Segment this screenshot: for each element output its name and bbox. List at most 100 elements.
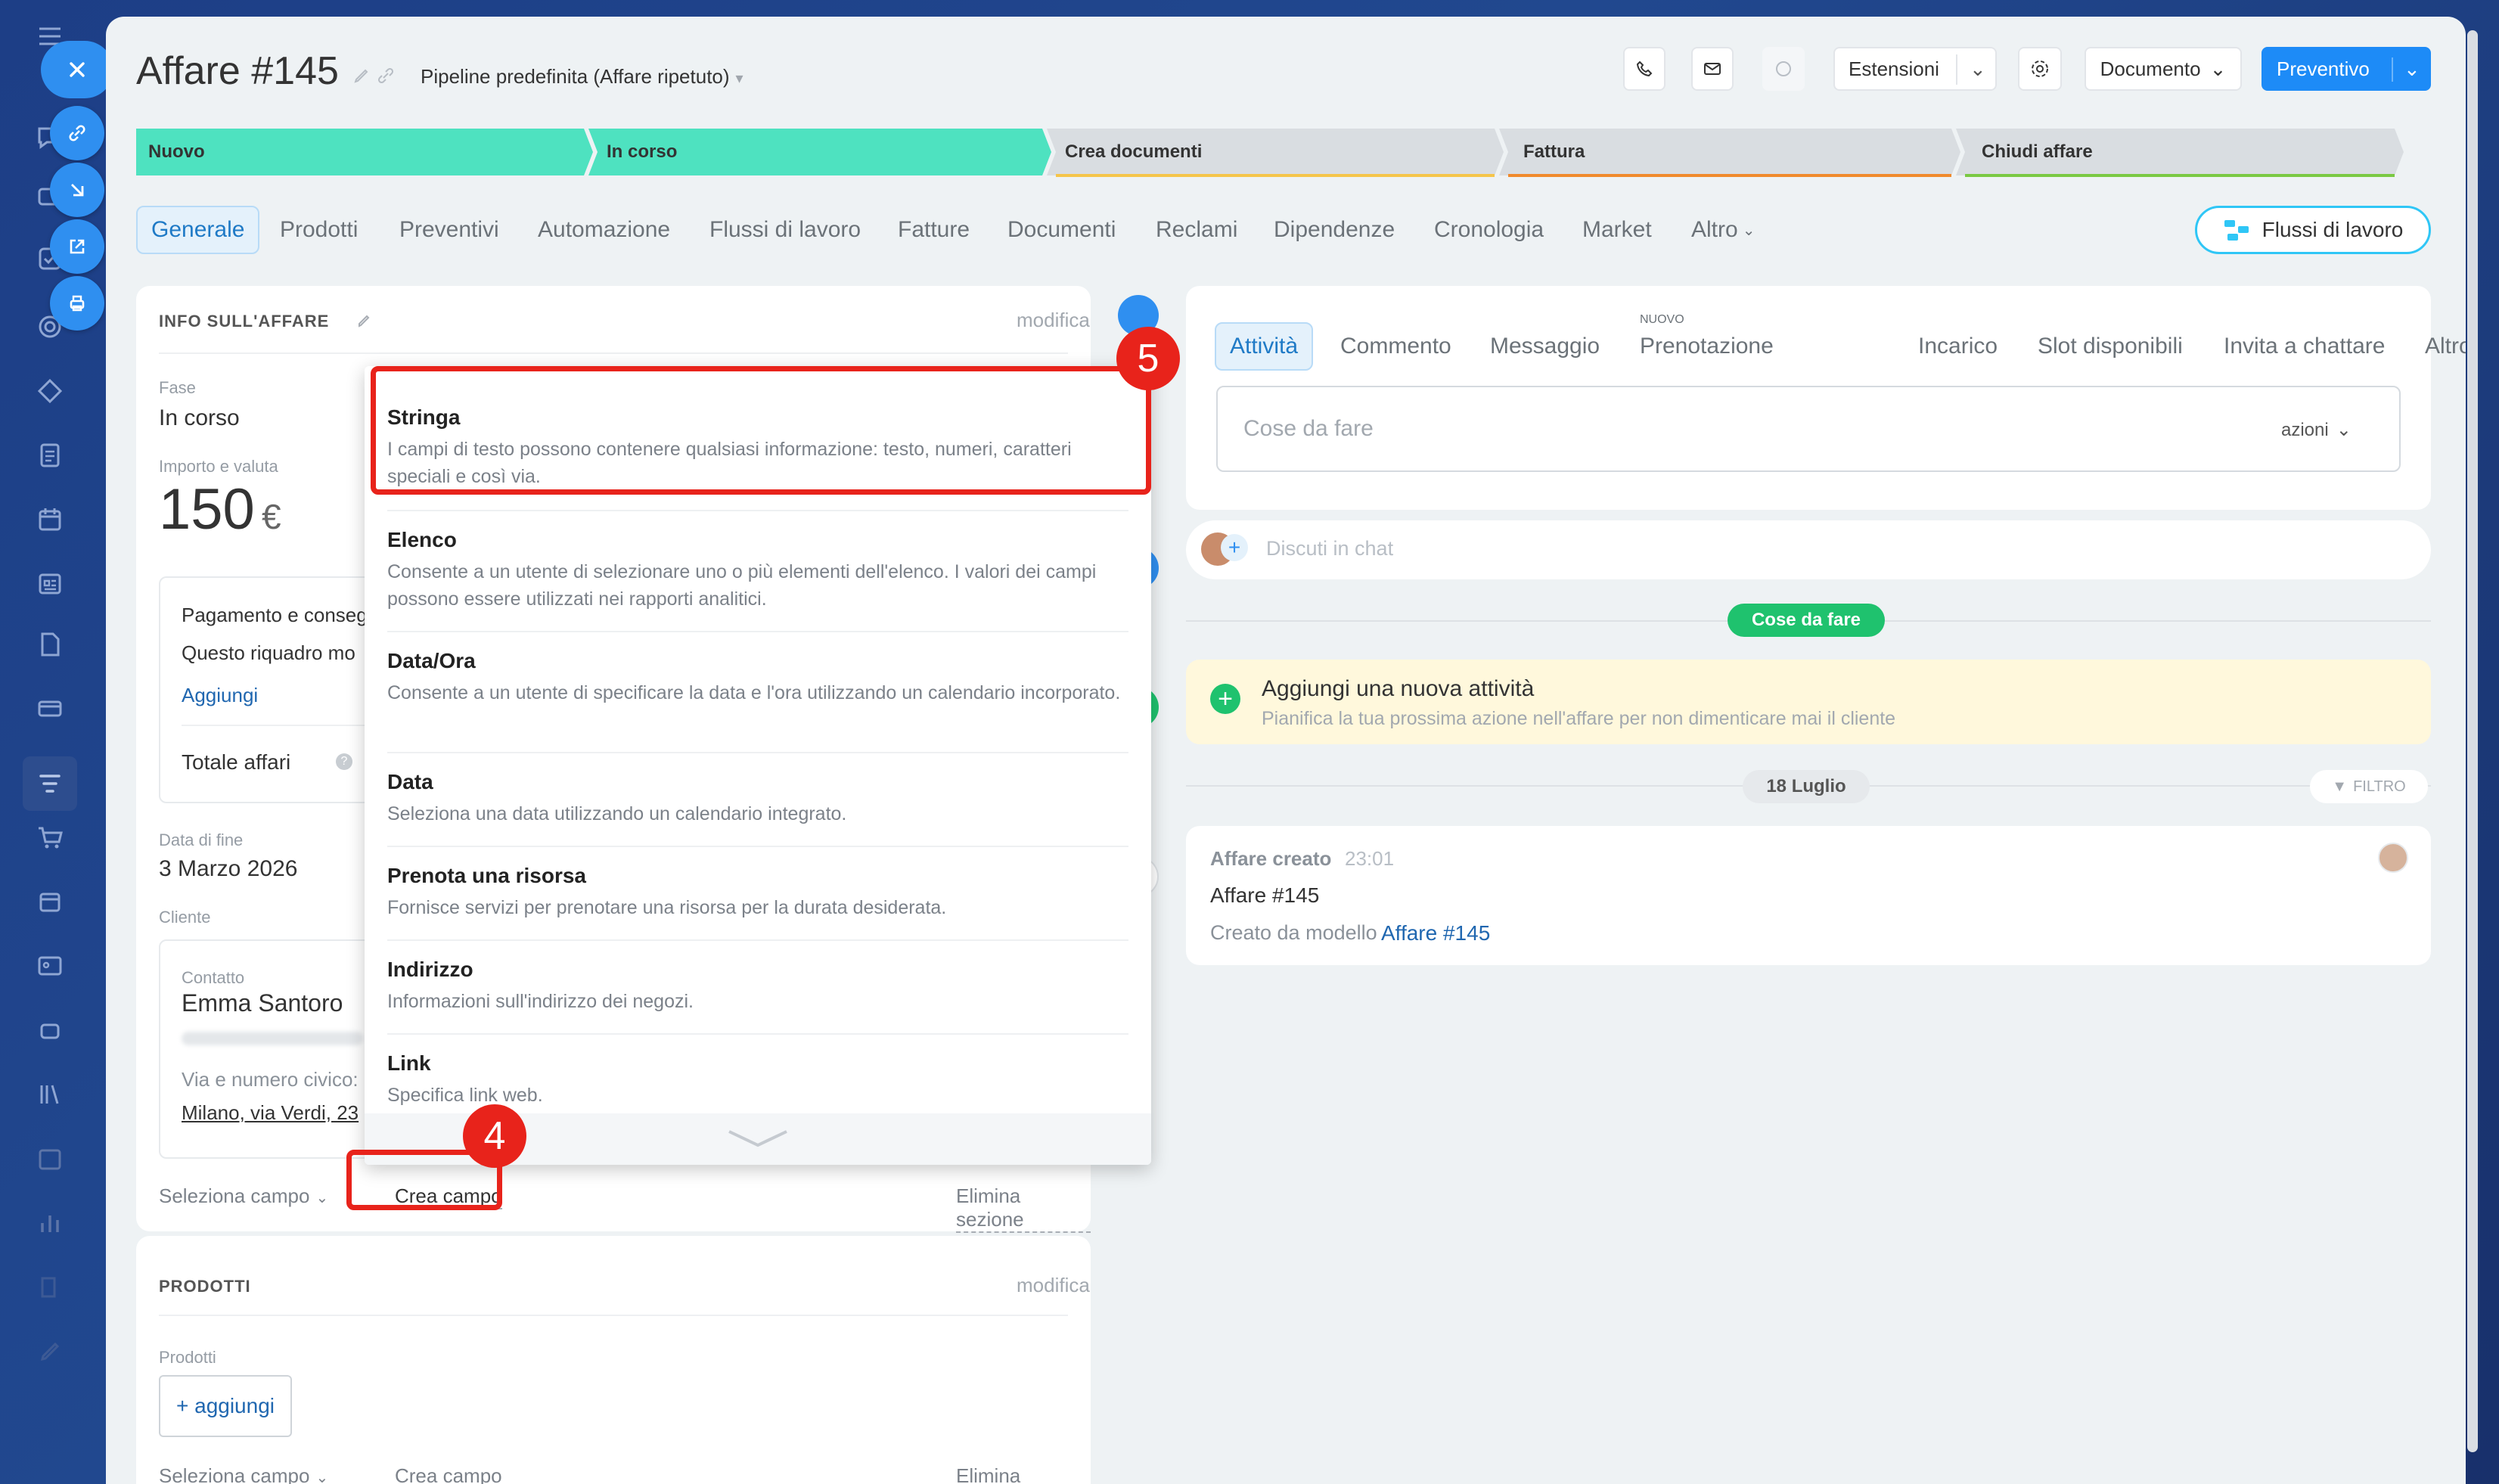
email-button[interactable] xyxy=(1691,47,1734,91)
scrollbar[interactable] xyxy=(2467,30,2478,1452)
avatar[interactable] xyxy=(2378,843,2408,873)
chat-button[interactable] xyxy=(1762,47,1805,91)
link-icon[interactable] xyxy=(375,65,396,86)
contact-card-icon[interactable] xyxy=(33,949,67,983)
tab-reclami[interactable]: Reclami xyxy=(1156,206,1237,254)
tab-fatture[interactable]: Fatture xyxy=(898,206,970,254)
document-icon[interactable] xyxy=(33,439,67,472)
chat-discuss-bar[interactable]: + Discuti in chat xyxy=(1186,520,2431,579)
actions-dropdown[interactable]: azioni ⌄ xyxy=(2281,419,2352,441)
card-icon[interactable] xyxy=(33,692,67,725)
stage-label: Chiudi affare xyxy=(1982,141,2093,162)
document-dropdown[interactable]: Documento ⌄ xyxy=(2085,47,2242,91)
field-type-address[interactable]: Indirizzo Informazioni sull'indirizzo dei… xyxy=(387,958,1128,1015)
copy-link-button[interactable] xyxy=(50,106,104,160)
schedule-icon[interactable] xyxy=(33,1142,67,1175)
close-slider-button[interactable] xyxy=(41,41,113,98)
stage-field-label: Fase xyxy=(159,378,196,397)
sign-icon[interactable] xyxy=(33,1271,67,1304)
date-pill: 18 Luglio xyxy=(1743,770,1870,803)
todo-input[interactable]: Cose da fare azioni ⌄ xyxy=(1216,386,2401,472)
print-button[interactable] xyxy=(50,276,104,331)
tab-preventivi[interactable]: Preventivi xyxy=(399,206,499,254)
report-icon[interactable] xyxy=(33,567,67,601)
tab-message[interactable]: Messaggio xyxy=(1490,322,1600,371)
analytics-icon[interactable] xyxy=(33,1206,67,1240)
tab-automazione[interactable]: Automazione xyxy=(538,206,670,254)
tab-cronologia[interactable]: Cronologia xyxy=(1434,206,1544,254)
step-badge-5: 5 xyxy=(1116,327,1180,390)
edit-icon[interactable] xyxy=(33,1335,67,1368)
tab-task[interactable]: Incarico xyxy=(1918,322,1998,371)
pencil-icon[interactable] xyxy=(355,312,374,330)
event-time: 23:01 xyxy=(1345,847,1395,870)
funnel-icon[interactable] xyxy=(23,756,77,811)
tab-activity[interactable]: Attività xyxy=(1215,322,1314,371)
tab-comment[interactable]: Commento xyxy=(1340,322,1451,371)
cart-icon[interactable] xyxy=(33,821,67,854)
settings-button[interactable] xyxy=(2018,47,2062,91)
crm-icon[interactable] xyxy=(33,374,67,408)
event-link[interactable]: Affare #145 xyxy=(1381,921,1490,945)
tab-documenti[interactable]: Documenti xyxy=(1007,206,1116,254)
todo-pill: Cose da fare xyxy=(1728,604,1885,637)
pipeline-selector[interactable]: Pipeline predefinita (Affare ripetuto) ▾ xyxy=(421,65,743,88)
products-card: PRODOTTI modifica Prodotti + aggiungi Se… xyxy=(136,1236,1091,1484)
quote-label: Preventivo xyxy=(2277,57,2370,80)
chat-placeholder: Discuti in chat xyxy=(1266,537,1394,560)
edit-link[interactable]: modifica xyxy=(1017,309,1090,332)
tab-booking[interactable]: Prenotazione xyxy=(1640,322,1774,371)
payment-title: Pagamento e consegn xyxy=(182,604,379,626)
divider xyxy=(387,631,1128,632)
tab-slots[interactable]: Slot disponibili xyxy=(2038,322,2183,371)
workflows-button[interactable]: Flussi di lavoro xyxy=(2195,206,2431,254)
tab-dipendenze[interactable]: Dipendenze xyxy=(1274,206,1395,254)
contact-name[interactable]: Emma Santoro xyxy=(182,989,343,1017)
chevron-down-icon xyxy=(728,1130,787,1147)
tab-prodotti[interactable]: Prodotti xyxy=(280,206,358,254)
stage-field-value[interactable]: In corso xyxy=(159,405,240,431)
tab-invite-chat[interactable]: Invita a chattare xyxy=(2224,322,2385,371)
tab-more-composer[interactable]: Altro⌄ xyxy=(2425,322,2466,371)
delete-section-link[interactable]: Elimina sezione xyxy=(956,1184,1091,1233)
stage-label: Fattura xyxy=(1523,141,1585,162)
tab-altro[interactable]: Altro ⌄ xyxy=(1691,206,1755,254)
extensions-dropdown[interactable]: Estensioni ⌄ xyxy=(1833,47,1997,91)
tab-generale[interactable]: Generale xyxy=(136,206,260,254)
create-field-link[interactable]: Crea campo xyxy=(395,1464,502,1484)
tab-market[interactable]: Market xyxy=(1582,206,1652,254)
field-type-list[interactable]: Elenco Consente a un utente di selezionar… xyxy=(387,528,1128,613)
field-type-link[interactable]: Link Specifica link web. xyxy=(387,1051,1128,1109)
pencil-icon[interactable] xyxy=(351,65,372,86)
field-type-datetime[interactable]: Data/Ora Consente a un utente di specific… xyxy=(387,649,1128,706)
help-icon[interactable]: ? xyxy=(336,753,352,770)
add-activity-banner[interactable]: + Aggiungi una nuova attività Pianifica … xyxy=(1186,660,2431,744)
end-date-value[interactable]: 3 Marzo 2026 xyxy=(159,856,297,882)
robot-icon[interactable] xyxy=(33,1014,67,1047)
phone-button[interactable] xyxy=(1623,47,1665,91)
filter-button[interactable]: ▼ FILTRO xyxy=(2310,770,2428,803)
store-icon[interactable] xyxy=(33,885,67,918)
amount-value[interactable]: 150 xyxy=(159,477,255,542)
pipeline-label: Pipeline predefinita (Affare ripetuto) xyxy=(421,65,730,88)
chevron-down-icon: ⌄ xyxy=(2336,420,2352,440)
select-field-dropdown[interactable]: Seleziona campo ⌄ xyxy=(159,1184,328,1208)
edit-link[interactable]: modifica xyxy=(1017,1274,1090,1297)
calendar-icon[interactable] xyxy=(33,503,67,536)
library-icon[interactable] xyxy=(33,1078,67,1111)
delete-section-link[interactable]: Elimina sezione xyxy=(956,1464,1091,1484)
minimize-button[interactable] xyxy=(50,163,104,217)
tab-flussi[interactable]: Flussi di lavoro xyxy=(709,206,861,254)
file-icon[interactable] xyxy=(33,628,67,661)
field-type-name: Data xyxy=(387,770,433,793)
field-type-booking[interactable]: Prenota una risorsa Fornisce servizi per … xyxy=(387,864,1128,921)
document-label: Documento xyxy=(2100,57,2201,80)
quote-button[interactable]: Preventivo ⌄ xyxy=(2262,47,2431,91)
add-product-button[interactable]: + aggiungi xyxy=(159,1375,292,1437)
add-participant-icon[interactable]: + xyxy=(1221,534,1248,561)
field-type-date[interactable]: Data Seleziona una data utilizzando un ca… xyxy=(387,770,1128,827)
address-value[interactable]: Milano, via Verdi, 23 xyxy=(182,1101,359,1125)
open-new-window-button[interactable] xyxy=(50,219,104,274)
select-field-dropdown[interactable]: Seleziona campo ⌄ xyxy=(159,1464,328,1484)
add-payment-link[interactable]: Aggiungi xyxy=(182,684,258,707)
